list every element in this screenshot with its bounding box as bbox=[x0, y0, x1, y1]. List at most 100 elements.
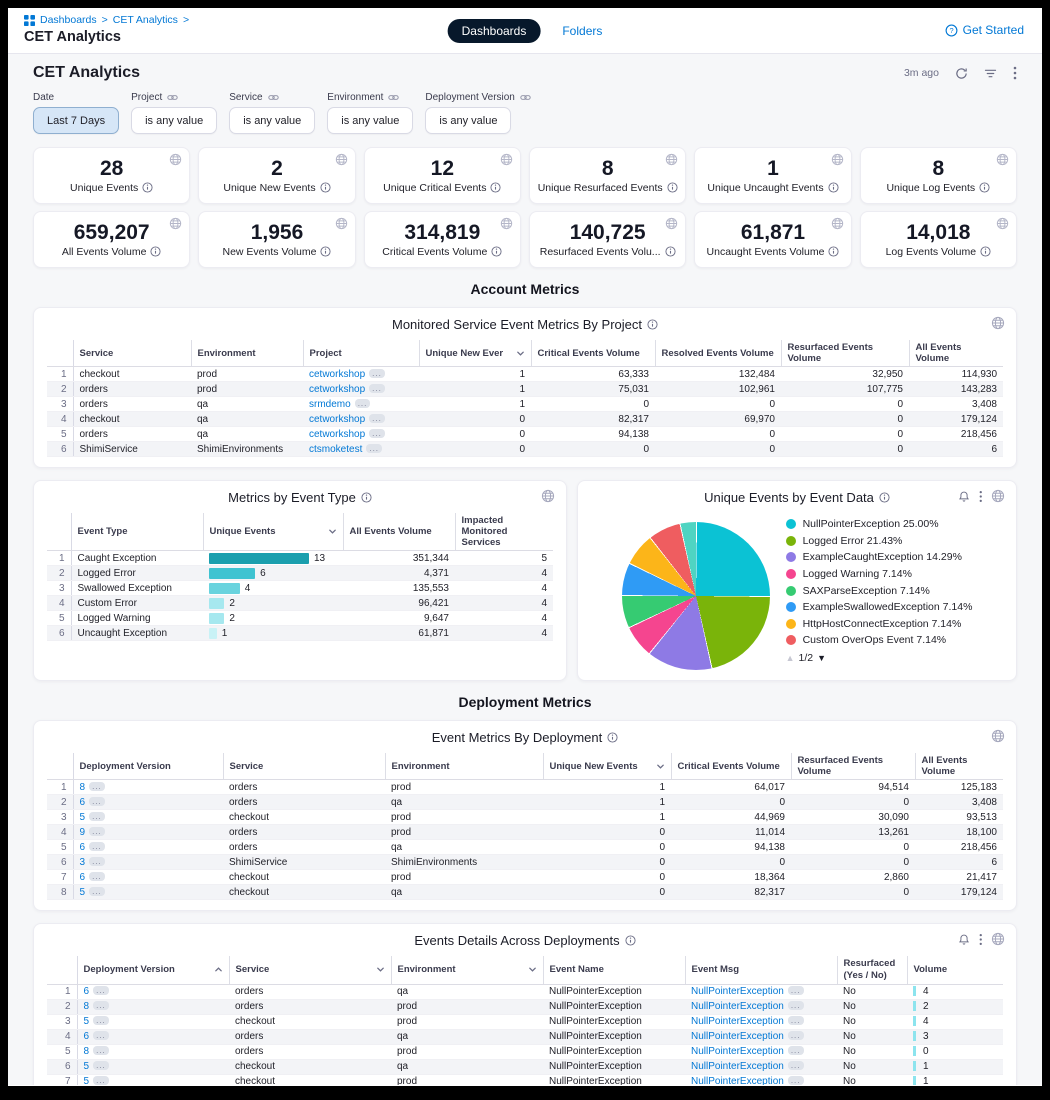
column-header-critical-events-volume[interactable]: Critical Events Volume bbox=[531, 340, 655, 367]
legend-page-down-icon[interactable]: ▼ bbox=[817, 653, 826, 663]
sort-down-icon[interactable] bbox=[528, 965, 537, 974]
cell-link[interactable]: NullPointerException bbox=[691, 1031, 784, 1042]
expand-badge[interactable]: ... bbox=[89, 857, 105, 866]
cell-link[interactable]: cetworkshop bbox=[309, 429, 365, 440]
filter-value-chip[interactable]: is any value bbox=[131, 107, 217, 134]
info-icon[interactable] bbox=[828, 182, 839, 193]
expand-badge[interactable]: ... bbox=[89, 812, 105, 821]
expand-badge[interactable]: ... bbox=[369, 369, 385, 378]
cell-link[interactable]: srmdemo bbox=[309, 399, 351, 410]
info-icon[interactable] bbox=[828, 246, 839, 257]
info-icon[interactable] bbox=[491, 246, 502, 257]
column-header-resurfaced-events-volume[interactable]: Resurfaced Events Volume bbox=[791, 753, 915, 780]
expand-badge[interactable]: ... bbox=[93, 1031, 109, 1040]
bell-icon[interactable] bbox=[958, 490, 970, 503]
cell-link[interactable]: 8 bbox=[80, 782, 86, 793]
filter-value-chip[interactable]: is any value bbox=[229, 107, 315, 134]
cell-link[interactable]: 5 bbox=[80, 812, 86, 823]
legend-item[interactable]: SAXParseException 7.14% bbox=[786, 585, 973, 599]
filter-value-chip[interactable]: Last 7 Days bbox=[33, 107, 119, 134]
expand-badge[interactable]: ... bbox=[89, 887, 105, 896]
expand-badge[interactable]: ... bbox=[369, 429, 385, 438]
expand-badge[interactable]: ... bbox=[788, 1061, 804, 1070]
refresh-button[interactable] bbox=[955, 67, 968, 80]
column-header-unique-events[interactable]: Unique Events bbox=[203, 513, 343, 551]
cell-link[interactable]: 6 bbox=[84, 986, 90, 997]
info-icon[interactable] bbox=[667, 182, 678, 193]
expand-badge[interactable]: ... bbox=[93, 1046, 109, 1055]
expand-badge[interactable]: ... bbox=[93, 986, 109, 995]
expand-badge[interactable]: ... bbox=[89, 797, 105, 806]
column-header-unique-new-ever[interactable]: Unique New Ever bbox=[419, 340, 531, 367]
sort-up-icon[interactable] bbox=[214, 965, 223, 974]
legend-item[interactable]: HttpHostConnectException 7.14% bbox=[786, 618, 973, 632]
column-header-unique-new-events[interactable]: Unique New Events bbox=[543, 753, 671, 780]
info-icon[interactable] bbox=[361, 492, 372, 503]
get-started-link[interactable]: Get Started bbox=[963, 23, 1024, 37]
legend-item[interactable]: Logged Warning 7.14% bbox=[786, 568, 973, 582]
legend-item[interactable]: ExampleSwallowedException 7.14% bbox=[786, 601, 973, 615]
cell-link[interactable]: 5 bbox=[84, 1016, 90, 1027]
expand-badge[interactable]: ... bbox=[93, 1016, 109, 1025]
expand-badge[interactable]: ... bbox=[788, 1001, 804, 1010]
column-header-volume[interactable]: Volume bbox=[907, 956, 1003, 984]
info-icon[interactable] bbox=[980, 246, 991, 257]
cell-link[interactable]: 5 bbox=[84, 1061, 90, 1072]
cell-link[interactable]: NullPointerException bbox=[691, 1076, 784, 1085]
sort-down-icon[interactable] bbox=[656, 762, 665, 771]
cell-link[interactable]: 8 bbox=[84, 1001, 90, 1012]
column-header-event-type[interactable]: Event Type bbox=[71, 513, 203, 551]
cell-link[interactable]: 3 bbox=[80, 857, 86, 868]
cell-link[interactable]: 5 bbox=[80, 887, 86, 898]
cell-link[interactable]: NullPointerException bbox=[691, 1016, 784, 1027]
cell-link[interactable]: 8 bbox=[84, 1046, 90, 1057]
cell-link[interactable]: ctsmoketest bbox=[309, 444, 362, 455]
more-menu-button[interactable] bbox=[1013, 66, 1017, 80]
column-header-environment[interactable]: Environment bbox=[391, 956, 543, 984]
expand-badge[interactable]: ... bbox=[788, 1031, 804, 1040]
column-header-event-name[interactable]: Event Name bbox=[543, 956, 685, 984]
cell-link[interactable]: NullPointerException bbox=[691, 1001, 784, 1012]
expand-badge[interactable]: ... bbox=[89, 842, 105, 851]
column-header-service[interactable]: Service bbox=[73, 340, 191, 367]
info-icon[interactable] bbox=[665, 246, 676, 257]
info-icon[interactable] bbox=[320, 246, 331, 257]
cell-link[interactable]: NullPointerException bbox=[691, 1046, 784, 1057]
cell-link[interactable]: cetworkshop bbox=[309, 414, 365, 425]
column-header-impacted-monitored-services[interactable]: Impacted Monitored Services bbox=[455, 513, 553, 551]
info-icon[interactable] bbox=[142, 182, 153, 193]
expand-badge[interactable]: ... bbox=[93, 1061, 109, 1070]
legend-item[interactable]: NullPointerException 25.00% bbox=[786, 518, 973, 532]
filter-button[interactable] bbox=[984, 68, 997, 79]
tab-folders[interactable]: Folders bbox=[562, 19, 602, 43]
expand-badge[interactable]: ... bbox=[369, 414, 385, 423]
info-icon[interactable] bbox=[607, 732, 618, 743]
column-header-resolved-events-volume[interactable]: Resolved Events Volume bbox=[655, 340, 781, 367]
filter-value-chip[interactable]: is any value bbox=[425, 107, 511, 134]
column-header-deployment-version[interactable]: Deployment Version bbox=[77, 956, 229, 984]
expand-badge[interactable]: ... bbox=[93, 1076, 109, 1085]
column-header-resurfaced[interactable]: Resurfaced(Yes / No) bbox=[837, 956, 907, 984]
expand-badge[interactable]: ... bbox=[788, 1016, 804, 1025]
legend-item[interactable]: Custom OverOps Event 7.14% bbox=[786, 634, 973, 648]
column-header-all-events-volume[interactable]: All Events Volume bbox=[343, 513, 455, 551]
expand-badge[interactable]: ... bbox=[93, 1001, 109, 1010]
expand-badge[interactable]: ... bbox=[369, 384, 385, 393]
column-header-environment[interactable]: Environment bbox=[191, 340, 303, 367]
column-header-all-events-volume[interactable]: All Events Volume bbox=[915, 753, 1003, 780]
column-header-environment[interactable]: Environment bbox=[385, 753, 543, 780]
breadcrumb-cet-analytics[interactable]: CET Analytics bbox=[113, 14, 178, 26]
expand-badge[interactable]: ... bbox=[89, 872, 105, 881]
more-menu-icon[interactable] bbox=[979, 490, 983, 503]
cell-link[interactable]: cetworkshop bbox=[309, 369, 365, 380]
expand-badge[interactable]: ... bbox=[89, 827, 105, 836]
expand-badge[interactable]: ... bbox=[366, 444, 382, 453]
cell-link[interactable]: 6 bbox=[84, 1031, 90, 1042]
legend-item[interactable]: Logged Error 21.43% bbox=[786, 535, 973, 549]
more-menu-icon[interactable] bbox=[979, 933, 983, 946]
column-header-service[interactable]: Service bbox=[229, 956, 391, 984]
info-icon[interactable] bbox=[150, 246, 161, 257]
filter-value-chip[interactable]: is any value bbox=[327, 107, 413, 134]
expand-badge[interactable]: ... bbox=[788, 986, 804, 995]
sort-down-icon[interactable] bbox=[328, 527, 337, 536]
